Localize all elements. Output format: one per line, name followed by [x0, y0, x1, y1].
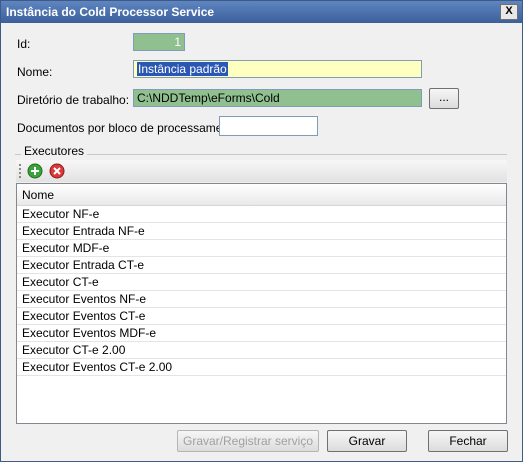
table-row[interactable]: Executor CT-e [17, 274, 506, 291]
table-row[interactable]: Executor CT-e 2.00 [17, 342, 506, 359]
table-row[interactable]: Executor Eventos NF-e [17, 291, 506, 308]
nome-field[interactable]: Instância padrão [133, 60, 422, 78]
grid-header-label: Nome [22, 188, 55, 202]
table-row[interactable]: Executor Entrada CT-e [17, 257, 506, 274]
close-button[interactable]: Fechar [428, 430, 508, 452]
save-button[interactable]: Gravar [327, 430, 407, 452]
dialog-window: Instância do Cold Processor Service X Id… [0, 0, 523, 462]
id-field[interactable]: 1 [133, 33, 185, 51]
docs-field[interactable] [219, 116, 318, 136]
table-row[interactable]: Executor Eventos CT-e 2.00 [17, 359, 506, 376]
executores-grid[interactable]: Nome Executor NF-e Executor Entrada NF-e… [16, 183, 507, 424]
table-row[interactable]: Executor Eventos MDF-e [17, 325, 506, 342]
docs-label: Documentos por bloco de processamento: [17, 121, 243, 135]
executores-toolbar [16, 160, 507, 182]
title-bar: Instância do Cold Processor Service X [1, 1, 522, 23]
add-icon[interactable] [27, 163, 43, 179]
grid-rows: Executor NF-e Executor Entrada NF-e Exec… [17, 206, 506, 376]
toolbar-grip-icon [19, 164, 21, 178]
nome-label: Nome: [17, 65, 53, 79]
executores-group-line [15, 154, 507, 155]
table-row[interactable]: Executor NF-e [17, 206, 506, 223]
browse-button[interactable]: ... [429, 88, 459, 109]
dir-field[interactable]: C:\NDDTemp\eForms\Cold [133, 89, 422, 107]
executores-group-label: Executores [21, 144, 88, 158]
table-row[interactable]: Executor Eventos CT-e [17, 308, 506, 325]
table-row[interactable]: Executor MDF-e [17, 240, 506, 257]
table-row[interactable]: Executor Entrada NF-e [17, 223, 506, 240]
delete-icon[interactable] [49, 163, 65, 179]
nome-value: Instância padrão [137, 62, 228, 76]
id-label: Id: [17, 37, 31, 51]
register-service-button[interactable]: Gravar/Registrar serviço [177, 430, 319, 452]
dir-label: Diretório de trabalho: [17, 93, 130, 107]
grid-header-nome[interactable]: Nome [17, 184, 506, 206]
window-title: Instância do Cold Processor Service [6, 5, 215, 19]
close-window-button[interactable]: X [500, 4, 518, 20]
